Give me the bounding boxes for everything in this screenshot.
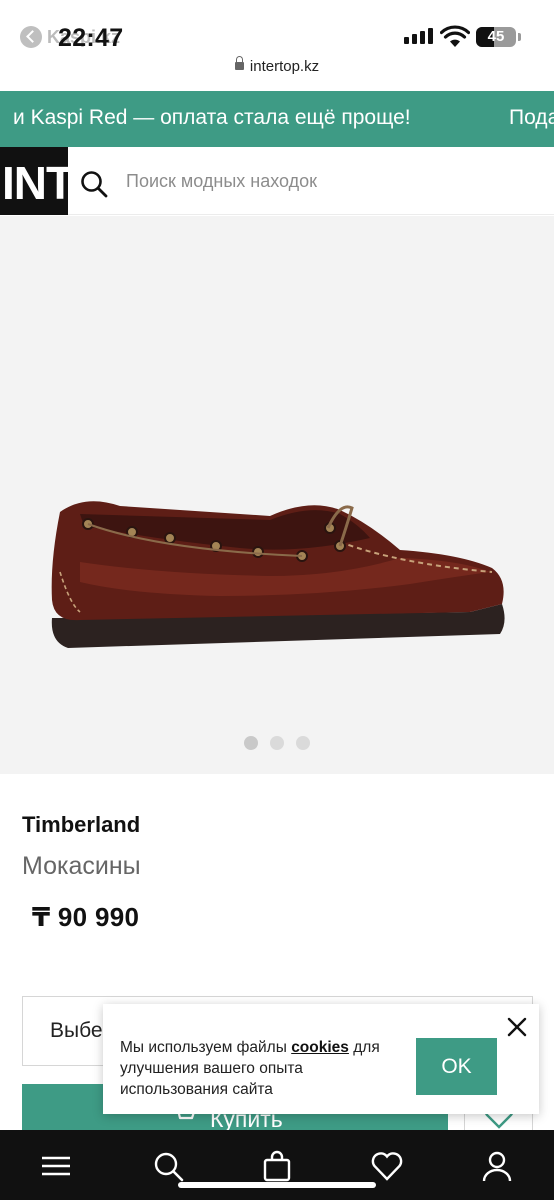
carousel-dot[interactable]: [244, 736, 258, 750]
carousel-dot[interactable]: [296, 736, 310, 750]
wifi-icon: [440, 25, 470, 47]
battery-level: 45: [487, 28, 505, 45]
battery-icon: 45: [476, 27, 516, 47]
product-title: Мокасины: [22, 852, 141, 880]
cookie-text: Мы используем файлы cookies для улучшени…: [120, 1037, 410, 1100]
product-brand[interactable]: Timberland: [22, 812, 140, 838]
carousel-dot[interactable]: [270, 736, 284, 750]
cookies-link[interactable]: cookies: [291, 1039, 349, 1056]
url-text[interactable]: intertop.kz: [250, 58, 319, 75]
product-image[interactable]: [40, 472, 515, 662]
cellular-signal-icon: [404, 28, 433, 44]
search-input[interactable]: [118, 165, 538, 197]
promo-banner[interactable]: и Kaspi Red — оплата стала ещё проще! По…: [0, 91, 554, 147]
back-to-app-icon[interactable]: [20, 26, 42, 48]
battery-tip: [518, 33, 521, 41]
bottom-nav: [0, 1130, 554, 1200]
address-bar[interactable]: intertop.kz: [0, 56, 554, 88]
cookie-banner: Мы используем файлы cookies для улучшени…: [103, 1004, 539, 1114]
status-bar: Kaspi.kz 22:47 45: [0, 0, 554, 60]
clock: 22:47: [58, 24, 124, 52]
product-price: ₸ 90 990: [32, 902, 140, 932]
home-indicator[interactable]: [178, 1182, 376, 1188]
carousel-dots[interactable]: [244, 736, 310, 750]
search-icon[interactable]: [80, 170, 108, 198]
bag-icon[interactable]: [261, 1150, 293, 1182]
cookie-ok-button[interactable]: OK: [416, 1038, 497, 1095]
search-icon[interactable]: [152, 1150, 184, 1182]
lock-icon: [234, 56, 244, 71]
logo-text: INTERTOP: [2, 157, 68, 209]
heart-icon[interactable]: [371, 1150, 403, 1182]
logo[interactable]: INTERTOP: [0, 147, 68, 215]
promo-next-text: Пода: [509, 106, 554, 129]
menu-icon[interactable]: [40, 1150, 72, 1182]
close-icon[interactable]: [506, 1016, 528, 1038]
promo-text: и Kaspi Red — оплата стала ещё проще!: [13, 106, 411, 129]
cookie-text-before: Мы используем файлы: [120, 1039, 292, 1056]
user-icon[interactable]: [481, 1150, 513, 1182]
